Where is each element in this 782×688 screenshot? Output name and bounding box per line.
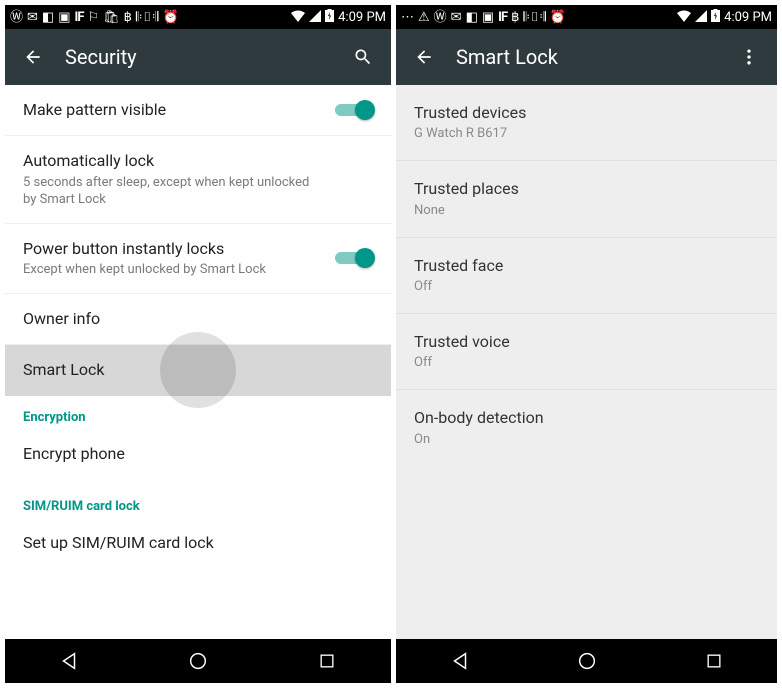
item-encrypt-phone[interactable]: Encrypt phone bbox=[5, 433, 391, 485]
item-title: Automatically lock bbox=[23, 150, 375, 172]
alarm-icon: ⏰ bbox=[550, 11, 566, 24]
item-setup-sim-lock[interactable]: Set up SIM/RUIM card lock bbox=[5, 522, 391, 574]
item-subtitle: 5 seconds after sleep, except when kept … bbox=[23, 175, 323, 209]
vibrate-icon: 𝄆▯𝄇 bbox=[136, 11, 159, 24]
battery-charging-icon bbox=[711, 9, 720, 25]
search-button[interactable] bbox=[343, 37, 383, 77]
status-left-icons: ⋯ ⚠ Ⓦ ✉ ◧ ▣ IF ฿ 𝄆▯𝄇 ⏰ bbox=[401, 11, 566, 24]
ifttt-icon: IF bbox=[498, 11, 507, 24]
alarm-icon: ⏰ bbox=[162, 11, 178, 24]
item-trusted-places[interactable]: Trusted places None bbox=[396, 161, 777, 237]
item-subtitle: On bbox=[414, 432, 714, 449]
status-left-icons: Ⓦ ✉ ◧ ▣ IF ⚐ 🛍 ฿ 𝄆▯𝄇 ⏰ bbox=[10, 11, 179, 24]
status-right-icons: 4:09 PM bbox=[291, 9, 386, 25]
item-title: Trusted face bbox=[414, 255, 759, 277]
nav-bar bbox=[5, 639, 391, 683]
nav-back-button[interactable] bbox=[39, 639, 99, 683]
nav-recents-button[interactable] bbox=[684, 639, 744, 683]
whatsapp-icon: Ⓦ bbox=[434, 11, 447, 24]
whatsapp-icon: Ⓦ bbox=[10, 11, 23, 24]
app-bar: Security bbox=[5, 29, 391, 85]
wifi-icon bbox=[677, 10, 691, 25]
nav-bar bbox=[396, 639, 777, 683]
status-time: 4:09 PM bbox=[724, 11, 772, 24]
warning-icon: ⚠ bbox=[418, 11, 430, 24]
nav-home-button[interactable] bbox=[168, 639, 228, 683]
image-icon: ▣ bbox=[58, 11, 70, 24]
item-automatically-lock[interactable]: Automatically lock 5 seconds after sleep… bbox=[5, 136, 391, 223]
item-subtitle: Off bbox=[414, 355, 714, 372]
image-icon: ▣ bbox=[482, 11, 494, 24]
toggle-power-button-locks[interactable] bbox=[335, 248, 375, 268]
screen-security: Ⓦ ✉ ◧ ▣ IF ⚐ 🛍 ฿ 𝄆▯𝄇 ⏰ bbox=[5, 5, 391, 683]
screen-smart-lock: ⋯ ⚠ Ⓦ ✉ ◧ ▣ IF ฿ 𝄆▯𝄇 ⏰ bbox=[391, 5, 777, 683]
item-onbody-detection[interactable]: On-body detection On bbox=[396, 390, 777, 465]
item-smart-lock[interactable]: Smart Lock bbox=[5, 345, 391, 395]
item-title: On-body detection bbox=[414, 407, 759, 429]
vibrate-icon: 𝄆▯𝄇 bbox=[523, 11, 546, 24]
page-title: Smart Lock bbox=[444, 45, 729, 69]
wifi-icon bbox=[291, 10, 305, 25]
gmail-icon: ✉ bbox=[27, 11, 38, 24]
signal-icon bbox=[695, 10, 707, 25]
nav-recents-button[interactable] bbox=[297, 639, 357, 683]
notification-icon: ⋯ bbox=[401, 11, 414, 24]
section-header-sim-lock: SIM/RUIM card lock bbox=[5, 485, 391, 522]
status-right-icons: 4:09 PM bbox=[677, 9, 772, 25]
item-subtitle: G Watch R B617 bbox=[414, 126, 714, 143]
back-button[interactable] bbox=[404, 37, 444, 77]
item-title: Make pattern visible bbox=[23, 99, 335, 121]
item-trusted-face[interactable]: Trusted face Off bbox=[396, 238, 777, 314]
overflow-menu-button[interactable] bbox=[729, 37, 769, 77]
settings-list: Trusted devices G Watch R B617 Trusted p… bbox=[396, 85, 777, 639]
item-title: Encrypt phone bbox=[23, 443, 373, 465]
bluetooth-icon: ฿ bbox=[124, 11, 132, 24]
settings-list: Make pattern visible Automatically lock … bbox=[5, 85, 391, 639]
mail-icon: ◧ bbox=[42, 11, 54, 24]
item-title: Trusted places bbox=[414, 178, 759, 200]
item-title: Trusted devices bbox=[414, 102, 759, 124]
status-time: 4:09 PM bbox=[338, 11, 386, 24]
nav-home-button[interactable] bbox=[557, 639, 617, 683]
mail-icon: ◧ bbox=[466, 11, 478, 24]
ifttt-icon: IF bbox=[75, 11, 84, 24]
item-subtitle: Off bbox=[414, 279, 714, 296]
signal-icon bbox=[309, 10, 321, 25]
status-bar: ⋯ ⚠ Ⓦ ✉ ◧ ▣ IF ฿ 𝄆▯𝄇 ⏰ bbox=[396, 5, 777, 29]
bag-icon: 🛍 bbox=[103, 11, 120, 24]
toggle-make-pattern-visible[interactable] bbox=[335, 100, 375, 120]
item-subtitle: None bbox=[414, 203, 714, 220]
item-power-button-instantly-locks[interactable]: Power button instantly locks Except when… bbox=[5, 224, 391, 294]
item-title: Power button instantly locks bbox=[23, 238, 335, 260]
page-title: Security bbox=[53, 45, 343, 69]
gmail-icon: ✉ bbox=[451, 11, 462, 24]
item-title: Trusted voice bbox=[414, 331, 759, 353]
item-trusted-devices[interactable]: Trusted devices G Watch R B617 bbox=[396, 85, 777, 161]
item-make-pattern-visible[interactable]: Make pattern visible bbox=[5, 85, 391, 136]
back-button[interactable] bbox=[13, 37, 53, 77]
item-title: Set up SIM/RUIM card lock bbox=[23, 532, 373, 554]
app-bar: Smart Lock bbox=[396, 29, 777, 85]
item-title: Smart Lock bbox=[23, 359, 375, 381]
item-title: Owner info bbox=[23, 308, 375, 330]
bluetooth-icon: ฿ bbox=[511, 11, 519, 24]
status-bar: Ⓦ ✉ ◧ ▣ IF ⚐ 🛍 ฿ 𝄆▯𝄇 ⏰ bbox=[5, 5, 391, 29]
link-icon: ⚐ bbox=[87, 11, 99, 24]
nav-back-button[interactable] bbox=[430, 639, 490, 683]
battery-charging-icon bbox=[325, 9, 334, 25]
item-subtitle: Except when kept unlocked by Smart Lock bbox=[23, 262, 323, 279]
item-trusted-voice[interactable]: Trusted voice Off bbox=[396, 314, 777, 390]
